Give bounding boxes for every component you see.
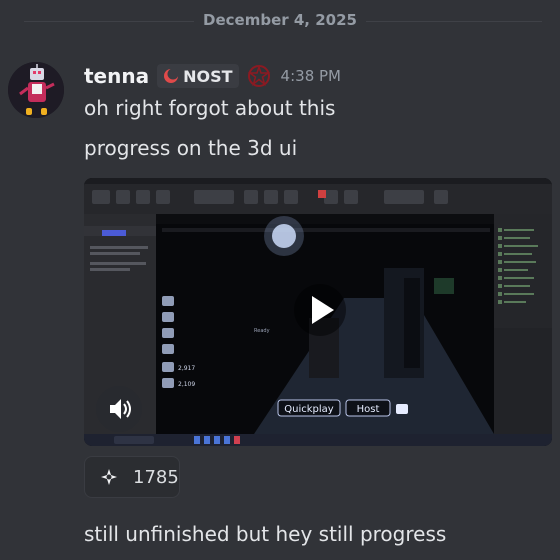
svg-text:2,109: 2,109	[178, 381, 195, 388]
speaker-icon	[110, 399, 131, 419]
svg-text:Ready: Ready	[254, 328, 270, 334]
message-line: oh right forgot about this	[84, 96, 336, 120]
svg-text:Host: Host	[357, 404, 380, 415]
divider-line-right	[366, 21, 542, 22]
message-header: tenna NOST 4:38 PM	[84, 62, 341, 90]
server-tag-label: NOST	[183, 66, 233, 86]
svg-text:Quickplay: Quickplay	[284, 404, 334, 415]
video-attachment[interactable]: 2,917 2,109 Ready Quickplay Host	[84, 178, 552, 446]
date-label: December 4, 2025	[203, 11, 357, 29]
timestamp: 4:38 PM	[280, 67, 341, 85]
volume-button[interactable]	[96, 386, 142, 432]
message-line: still unfinished but hey still progress	[84, 522, 447, 546]
svg-text:2,917: 2,917	[178, 365, 195, 372]
reaction-count: 1785	[133, 466, 179, 488]
role-icon[interactable]	[247, 64, 271, 88]
video-frame: 2,917 2,109 Ready Quickplay Host	[84, 178, 552, 446]
sparkle-emoji-icon	[101, 469, 117, 485]
date-divider: December 4, 2025	[0, 8, 560, 34]
divider-line-left	[24, 21, 194, 22]
username[interactable]: tenna	[84, 64, 149, 88]
server-tag[interactable]: NOST	[157, 64, 239, 88]
avatar-image	[8, 62, 64, 118]
avatar[interactable]	[8, 62, 64, 118]
message-line: progress on the 3d ui	[84, 136, 298, 160]
reaction-chip[interactable]: 1785	[84, 456, 180, 498]
moon-icon	[164, 68, 179, 83]
